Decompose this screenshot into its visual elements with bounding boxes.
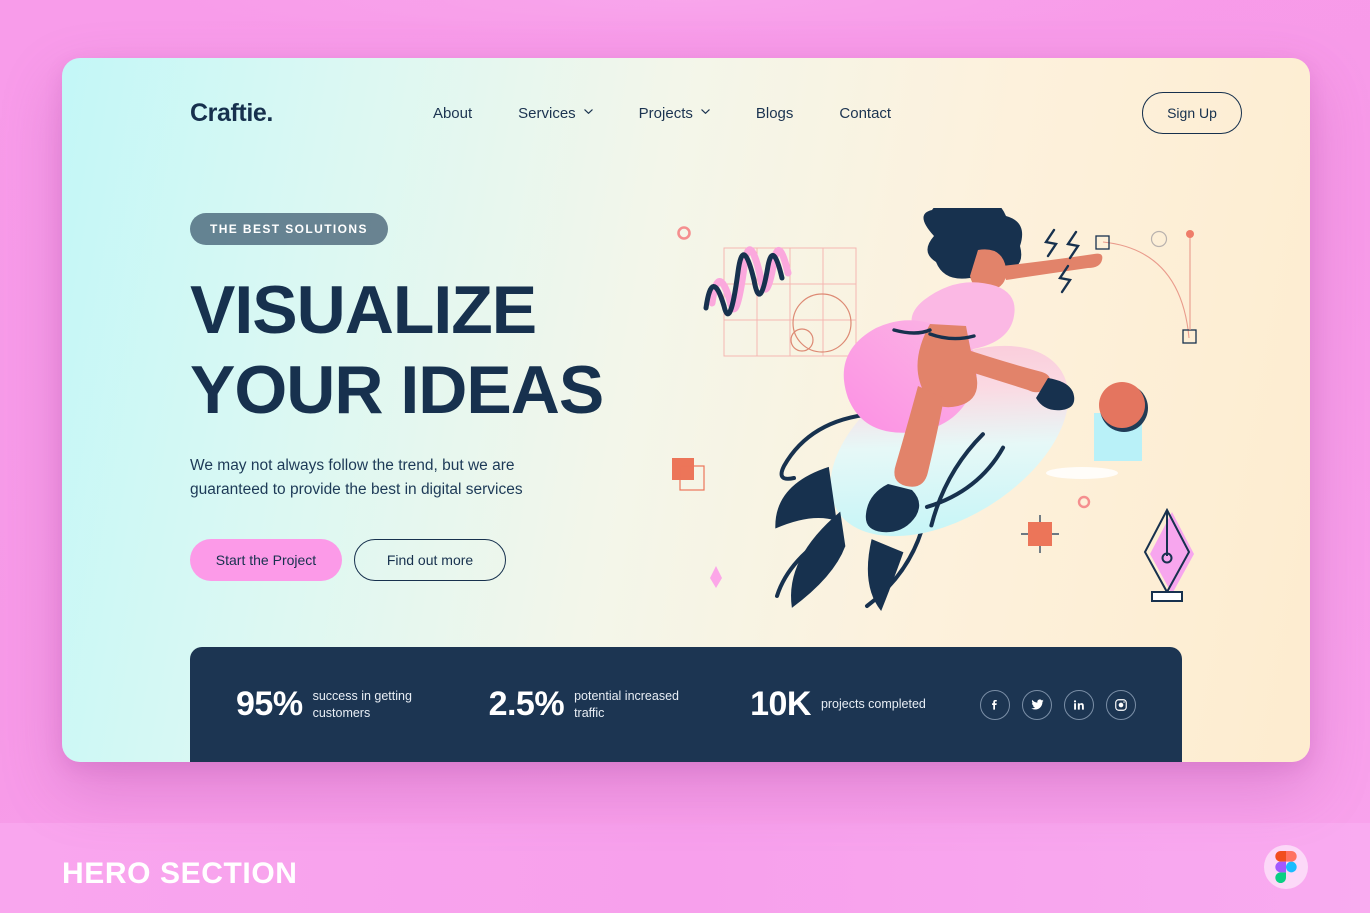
headline-line-1: VISUALIZE [190, 272, 537, 348]
nav-item-blogs[interactable]: Blogs [756, 105, 794, 122]
woman-riding-rocket-illustration [662, 208, 1282, 678]
chevron-down-icon [583, 106, 593, 116]
stat-value: 2.5% [488, 685, 565, 723]
nav-label: About [432, 104, 473, 122]
square-outline-decoration [672, 458, 705, 491]
main-navigation: About Services Projects Blogs Contact [433, 105, 891, 122]
sign-up-button[interactable]: Sign Up [1142, 92, 1242, 134]
stats-bar: 95% success in getting customers 2.5% po… [190, 647, 1182, 762]
headline-line-2: YOUR IDEAS [190, 351, 604, 428]
logo[interactable]: Craftie. [190, 99, 273, 128]
stat-label: potential increased traffic [574, 689, 679, 720]
nav-label: Contact [839, 104, 892, 122]
nav-label: Blogs [755, 104, 794, 122]
stat-item: 95% success in getting customers [236, 685, 433, 724]
page-title: VISUALIZE YOUR IDEAS [190, 271, 660, 430]
figma-logo-icon [1264, 845, 1308, 889]
chevron-down-icon [700, 106, 710, 116]
pen-nib-icon [1143, 507, 1194, 602]
hero-subtext: We may not always follow the trend, but … [190, 457, 523, 499]
stat-value: 10K [750, 685, 811, 723]
vector-handles-decoration [1095, 230, 1197, 344]
nav-item-projects[interactable]: Projects [639, 105, 710, 122]
find-out-more-button[interactable]: Find out more [354, 539, 506, 582]
cloud-decoration [1046, 467, 1118, 479]
hero-content: THE BEST SOLUTIONS VISUALIZE YOUR IDEAS … [190, 213, 660, 582]
nav-item-services[interactable]: Services [518, 105, 593, 122]
stat-label: success in getting customers [312, 689, 412, 720]
cross-decoration [1021, 515, 1059, 553]
nav-item-contact[interactable]: Contact [839, 105, 891, 122]
facebook-icon[interactable] [980, 689, 1010, 720]
site-header: Craftie. About Services Projects Blogs C… [62, 58, 1310, 168]
hero-mockup-card: Craftie. About Services Projects Blogs C… [62, 58, 1310, 762]
nav-label: Projects [638, 104, 693, 122]
twitter-icon[interactable] [1022, 689, 1052, 720]
nav-item-about[interactable]: About [433, 105, 472, 122]
social-links [980, 689, 1136, 720]
stat-item: 2.5% potential increased traffic [489, 685, 695, 724]
nav-label: Services [518, 104, 576, 122]
cta-row: Start the Project Find out more [190, 539, 660, 582]
linkedin-icon[interactable] [1064, 689, 1094, 720]
stat-item: 10K projects completed [750, 685, 926, 724]
sparkle-decoration [710, 566, 722, 588]
stat-label: projects completed [820, 697, 926, 712]
instagram-icon[interactable] [1106, 689, 1136, 720]
start-project-button[interactable]: Start the Project [190, 539, 342, 582]
page-caption: HERO SECTION [62, 857, 298, 890]
status-badge: THE BEST SOLUTIONS [190, 213, 388, 245]
stat-value: 95% [236, 685, 303, 723]
